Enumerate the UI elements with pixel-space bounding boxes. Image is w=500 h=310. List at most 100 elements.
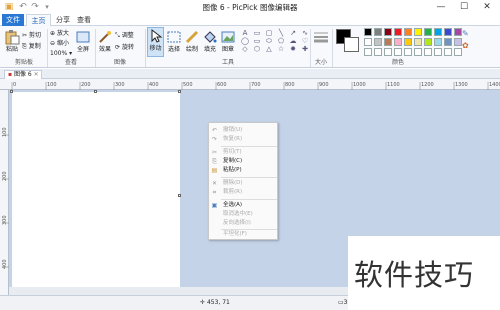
move-cursor-icon	[151, 28, 163, 43]
effects-button[interactable]: 效果	[97, 29, 113, 54]
color-swatch[interactable]	[454, 38, 462, 46]
primary-secondary-color[interactable]	[336, 29, 360, 55]
color-swatch[interactable]	[364, 38, 372, 46]
text-shape-icon[interactable]: A	[240, 30, 250, 37]
close-icon[interactable]: ✕	[34, 71, 39, 78]
line-size-button[interactable]	[312, 29, 330, 46]
tab-share[interactable]: 分享	[53, 14, 73, 26]
minimize-button[interactable]: —	[430, 0, 452, 14]
color-swatch[interactable]	[404, 28, 412, 36]
menu-item-label: 反向选择(I)	[223, 220, 251, 226]
menu-item-copy[interactable]: ⎘ 复制(C)	[209, 157, 279, 166]
eyedropper-icon[interactable]: ✎	[462, 29, 469, 38]
secondary-color-swatch[interactable]	[344, 37, 359, 52]
menu-item-label: 删除(D)	[223, 180, 243, 186]
oval-shape-icon[interactable]: ⬭	[264, 38, 274, 45]
menu-item-label: 粘贴(P)	[223, 167, 242, 173]
fill-tool-button[interactable]: 填充	[202, 29, 218, 54]
menu-item-redo: ↷ 恢复(R)	[209, 135, 279, 144]
custom-color-swatch[interactable]	[424, 48, 432, 56]
image-canvas[interactable]	[12, 92, 180, 295]
custom-color-swatch[interactable]	[434, 48, 442, 56]
resize-handle[interactable]	[178, 90, 181, 93]
close-button[interactable]: ✕	[476, 0, 498, 14]
tab-file[interactable]: 文件	[2, 14, 24, 26]
resize-handle[interactable]	[10, 90, 13, 93]
tab-view[interactable]: 查看	[74, 14, 94, 26]
menu-item-paste[interactable]: ▤ 粘贴(P)	[209, 166, 279, 175]
arrow-shape-icon[interactable]: ↗	[288, 30, 298, 37]
custom-color-swatch[interactable]	[384, 48, 392, 56]
custom-color-swatch[interactable]	[394, 48, 402, 56]
ruler-tick-label: 100	[2, 127, 8, 137]
resize-label: 调整	[121, 32, 134, 39]
menu-item-select-all[interactable]: ▣ 全选(A)	[209, 201, 279, 210]
custom-color-swatch[interactable]	[414, 48, 422, 56]
vertical-ruler: 100 200 300 400	[0, 90, 9, 295]
cross-shape-icon[interactable]: ✚	[300, 46, 310, 53]
color-swatch[interactable]	[394, 38, 402, 46]
copy-button[interactable]: ⎘ 复制	[22, 42, 41, 51]
color-swatch[interactable]	[454, 28, 462, 36]
color-swatch[interactable]	[444, 38, 452, 46]
zoom-out-button[interactable]: ⊖ 缩小	[50, 39, 69, 48]
image-tool-button[interactable]: 图章	[220, 29, 236, 54]
color-swatch[interactable]	[434, 38, 442, 46]
heart-shape-icon[interactable]: ♡	[300, 38, 310, 45]
custom-color-swatch[interactable]	[404, 48, 412, 56]
ruler-tick-label: 400	[2, 259, 8, 269]
menu-item-label: 剪切(T)	[223, 149, 242, 155]
resize-handle[interactable]	[94, 90, 97, 93]
burst-shape-icon[interactable]: ✹	[288, 46, 298, 53]
select-tool-button[interactable]: 选择	[166, 29, 182, 54]
star-shape-icon[interactable]: ☆	[276, 46, 286, 53]
rounded-rect-shape-icon[interactable]: ▢	[264, 30, 274, 37]
color-swatch[interactable]	[444, 28, 452, 36]
menu-item-crop: ⌗ 裁剪(R)	[209, 188, 279, 197]
maximize-button[interactable]: ☐	[453, 0, 475, 14]
color-swatch[interactable]	[364, 28, 372, 36]
paste-button[interactable]: 粘贴	[4, 29, 20, 54]
move-tool-button[interactable]: 移动	[147, 27, 164, 57]
ellipse-shape-icon[interactable]: ◯	[240, 38, 250, 45]
custom-color-swatch[interactable]	[454, 48, 462, 56]
custom-color-swatch[interactable]	[444, 48, 452, 56]
color-swatch[interactable]	[434, 28, 442, 36]
diamond-shape-icon[interactable]: ◇	[240, 46, 250, 53]
cut-icon: ✂	[211, 149, 218, 156]
resize-handle[interactable]	[178, 194, 181, 197]
color-swatch[interactable]	[384, 28, 392, 36]
color-swatch[interactable]	[424, 28, 432, 36]
color-wheel-icon[interactable]: ✿	[462, 41, 469, 50]
draw-tool-button[interactable]: 绘制	[184, 29, 200, 54]
resize-button[interactable]: ⤡ 调整	[115, 31, 134, 40]
document-tab[interactable]: ▪ 图像 6 ✕	[4, 70, 42, 79]
tab-home[interactable]: 主页	[26, 14, 51, 26]
flatten-icon	[211, 231, 218, 238]
line-shape-icon[interactable]: ╲	[276, 30, 286, 37]
hexagon-shape-icon[interactable]: ⬡	[252, 46, 262, 53]
cloud-shape-icon[interactable]: ☁	[288, 38, 298, 45]
color-swatch[interactable]	[394, 28, 402, 36]
horizontal-ruler: 0 100 200 300 400 500 600 700 800 900 1000 1100 1200…	[0, 79, 500, 90]
polygon-shape-icon[interactable]: ⬠	[276, 38, 286, 45]
callout-shape-icon[interactable]: ▭	[252, 38, 262, 45]
rect-shape-icon[interactable]: ▭	[252, 30, 262, 37]
horizontal-scrollbar[interactable]	[9, 287, 348, 295]
color-swatch[interactable]	[414, 38, 422, 46]
color-swatch[interactable]	[414, 28, 422, 36]
color-swatch[interactable]	[374, 38, 382, 46]
fullscreen-button[interactable]: 全屏	[74, 29, 92, 54]
triangle-shape-icon[interactable]: △	[264, 46, 274, 53]
select-all-icon: ▣	[211, 202, 218, 209]
color-swatch[interactable]	[424, 38, 432, 46]
zoom-in-button[interactable]: ⊕ 放大	[50, 29, 69, 38]
cut-button[interactable]: ✂ 剪切	[22, 31, 41, 40]
color-swatch[interactable]	[404, 38, 412, 46]
color-swatch[interactable]	[374, 28, 382, 36]
custom-color-swatch[interactable]	[364, 48, 372, 56]
custom-color-swatch[interactable]	[374, 48, 382, 56]
rotate-button[interactable]: ⟳ 旋转	[115, 43, 134, 52]
curve-shape-icon[interactable]: ∿	[300, 30, 310, 37]
color-swatch[interactable]	[384, 38, 392, 46]
